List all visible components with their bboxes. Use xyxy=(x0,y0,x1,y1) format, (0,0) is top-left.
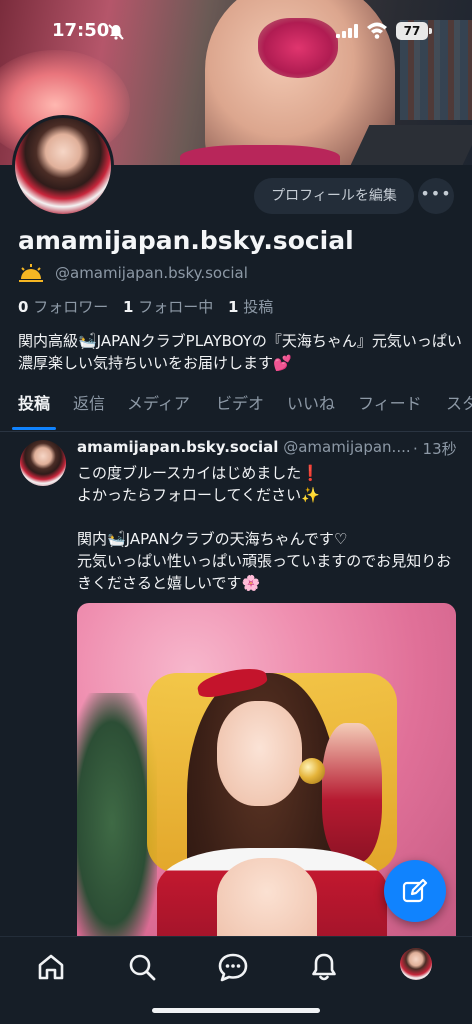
status-time: 17:50 xyxy=(52,20,110,41)
nav-chat[interactable] xyxy=(215,949,251,985)
post-author-avatar[interactable] xyxy=(20,440,66,486)
raised-arm xyxy=(322,723,382,863)
followers-label: フォロワー xyxy=(33,298,109,316)
more-options-button[interactable]: ••• xyxy=(418,178,454,214)
face xyxy=(217,701,302,806)
nav-search[interactable] xyxy=(124,949,160,985)
post-text: この度ブルースカイはじめました❗ よかったらフォローしてください✨ 関内🛀JAP… xyxy=(77,464,452,592)
tab-feeds[interactable]: フィード xyxy=(358,393,422,429)
post-author-name[interactable]: amamijapan.bsky.social xyxy=(77,438,278,456)
profile-handle: @amamijapan.bsky.social xyxy=(55,264,248,282)
following-count: 1 xyxy=(123,298,134,316)
status-bar: 17:50 77 xyxy=(0,0,472,62)
home-icon xyxy=(38,954,64,980)
home-indicator[interactable] xyxy=(152,1008,320,1013)
outfit-neckline xyxy=(217,858,317,943)
nav-profile-avatar[interactable] xyxy=(400,948,432,980)
bell-off-icon xyxy=(108,24,124,40)
tab-replies[interactable]: 返信 xyxy=(73,393,105,429)
tab-media[interactable]: メディア xyxy=(127,393,190,429)
following-label: フォロー中 xyxy=(138,298,214,316)
signal-icon xyxy=(336,24,358,38)
post-header: amamijapan.bsky.social @amamijapan.... xyxy=(77,438,462,456)
posts-label: 投稿 xyxy=(243,298,274,316)
following-stat[interactable]: 1 フォロー中 xyxy=(123,298,213,316)
profile-tabs: 投稿 返信 メディア ビデオ いいね フィード スタ xyxy=(0,393,472,429)
display-name: amamijapan.bsky.social xyxy=(18,226,354,255)
followers-stat[interactable]: 0 フォロワー xyxy=(18,298,108,316)
search-icon xyxy=(129,954,156,981)
edit-profile-button[interactable]: プロフィールを編集 xyxy=(254,178,414,214)
posts-count: 1 xyxy=(228,298,239,316)
bell-icon xyxy=(312,953,336,981)
followers-count: 0 xyxy=(18,298,29,316)
tab-videos[interactable]: ビデオ xyxy=(216,393,264,429)
compose-button[interactable] xyxy=(384,860,446,922)
banner-skirt xyxy=(180,145,340,165)
post-timestamp[interactable]: · 13秒 xyxy=(413,438,457,459)
tab-starter-packs[interactable]: スタ xyxy=(446,393,472,429)
profile-stats: 0 フォロワー 1 フォロー中 1 投稿 xyxy=(18,296,273,317)
tab-posts[interactable]: 投稿 xyxy=(18,393,50,429)
tabs-divider xyxy=(0,431,472,432)
nav-home[interactable] xyxy=(33,949,69,985)
post-author-handle[interactable]: @amamijapan.... xyxy=(283,438,410,456)
battery-icon: 77 xyxy=(396,22,432,40)
wifi-icon xyxy=(367,22,387,39)
profile-avatar[interactable] xyxy=(12,115,114,217)
tab-likes[interactable]: いいね xyxy=(287,393,335,429)
profile-bio: 関内高級🛀JAPANクラブPLAYBOYの『天海ちゃん』元気いっぱい濃厚楽しい気… xyxy=(18,332,462,372)
active-tab-indicator xyxy=(12,427,56,430)
posts-stat: 1 投稿 xyxy=(228,298,273,316)
christmas-tree xyxy=(77,693,157,943)
chat-icon xyxy=(218,953,248,982)
compose-icon xyxy=(402,878,428,903)
sun-icon xyxy=(19,264,43,282)
banner-laptop xyxy=(350,125,472,165)
nav-notifications[interactable] xyxy=(306,949,342,985)
gold-ornament xyxy=(299,758,325,784)
